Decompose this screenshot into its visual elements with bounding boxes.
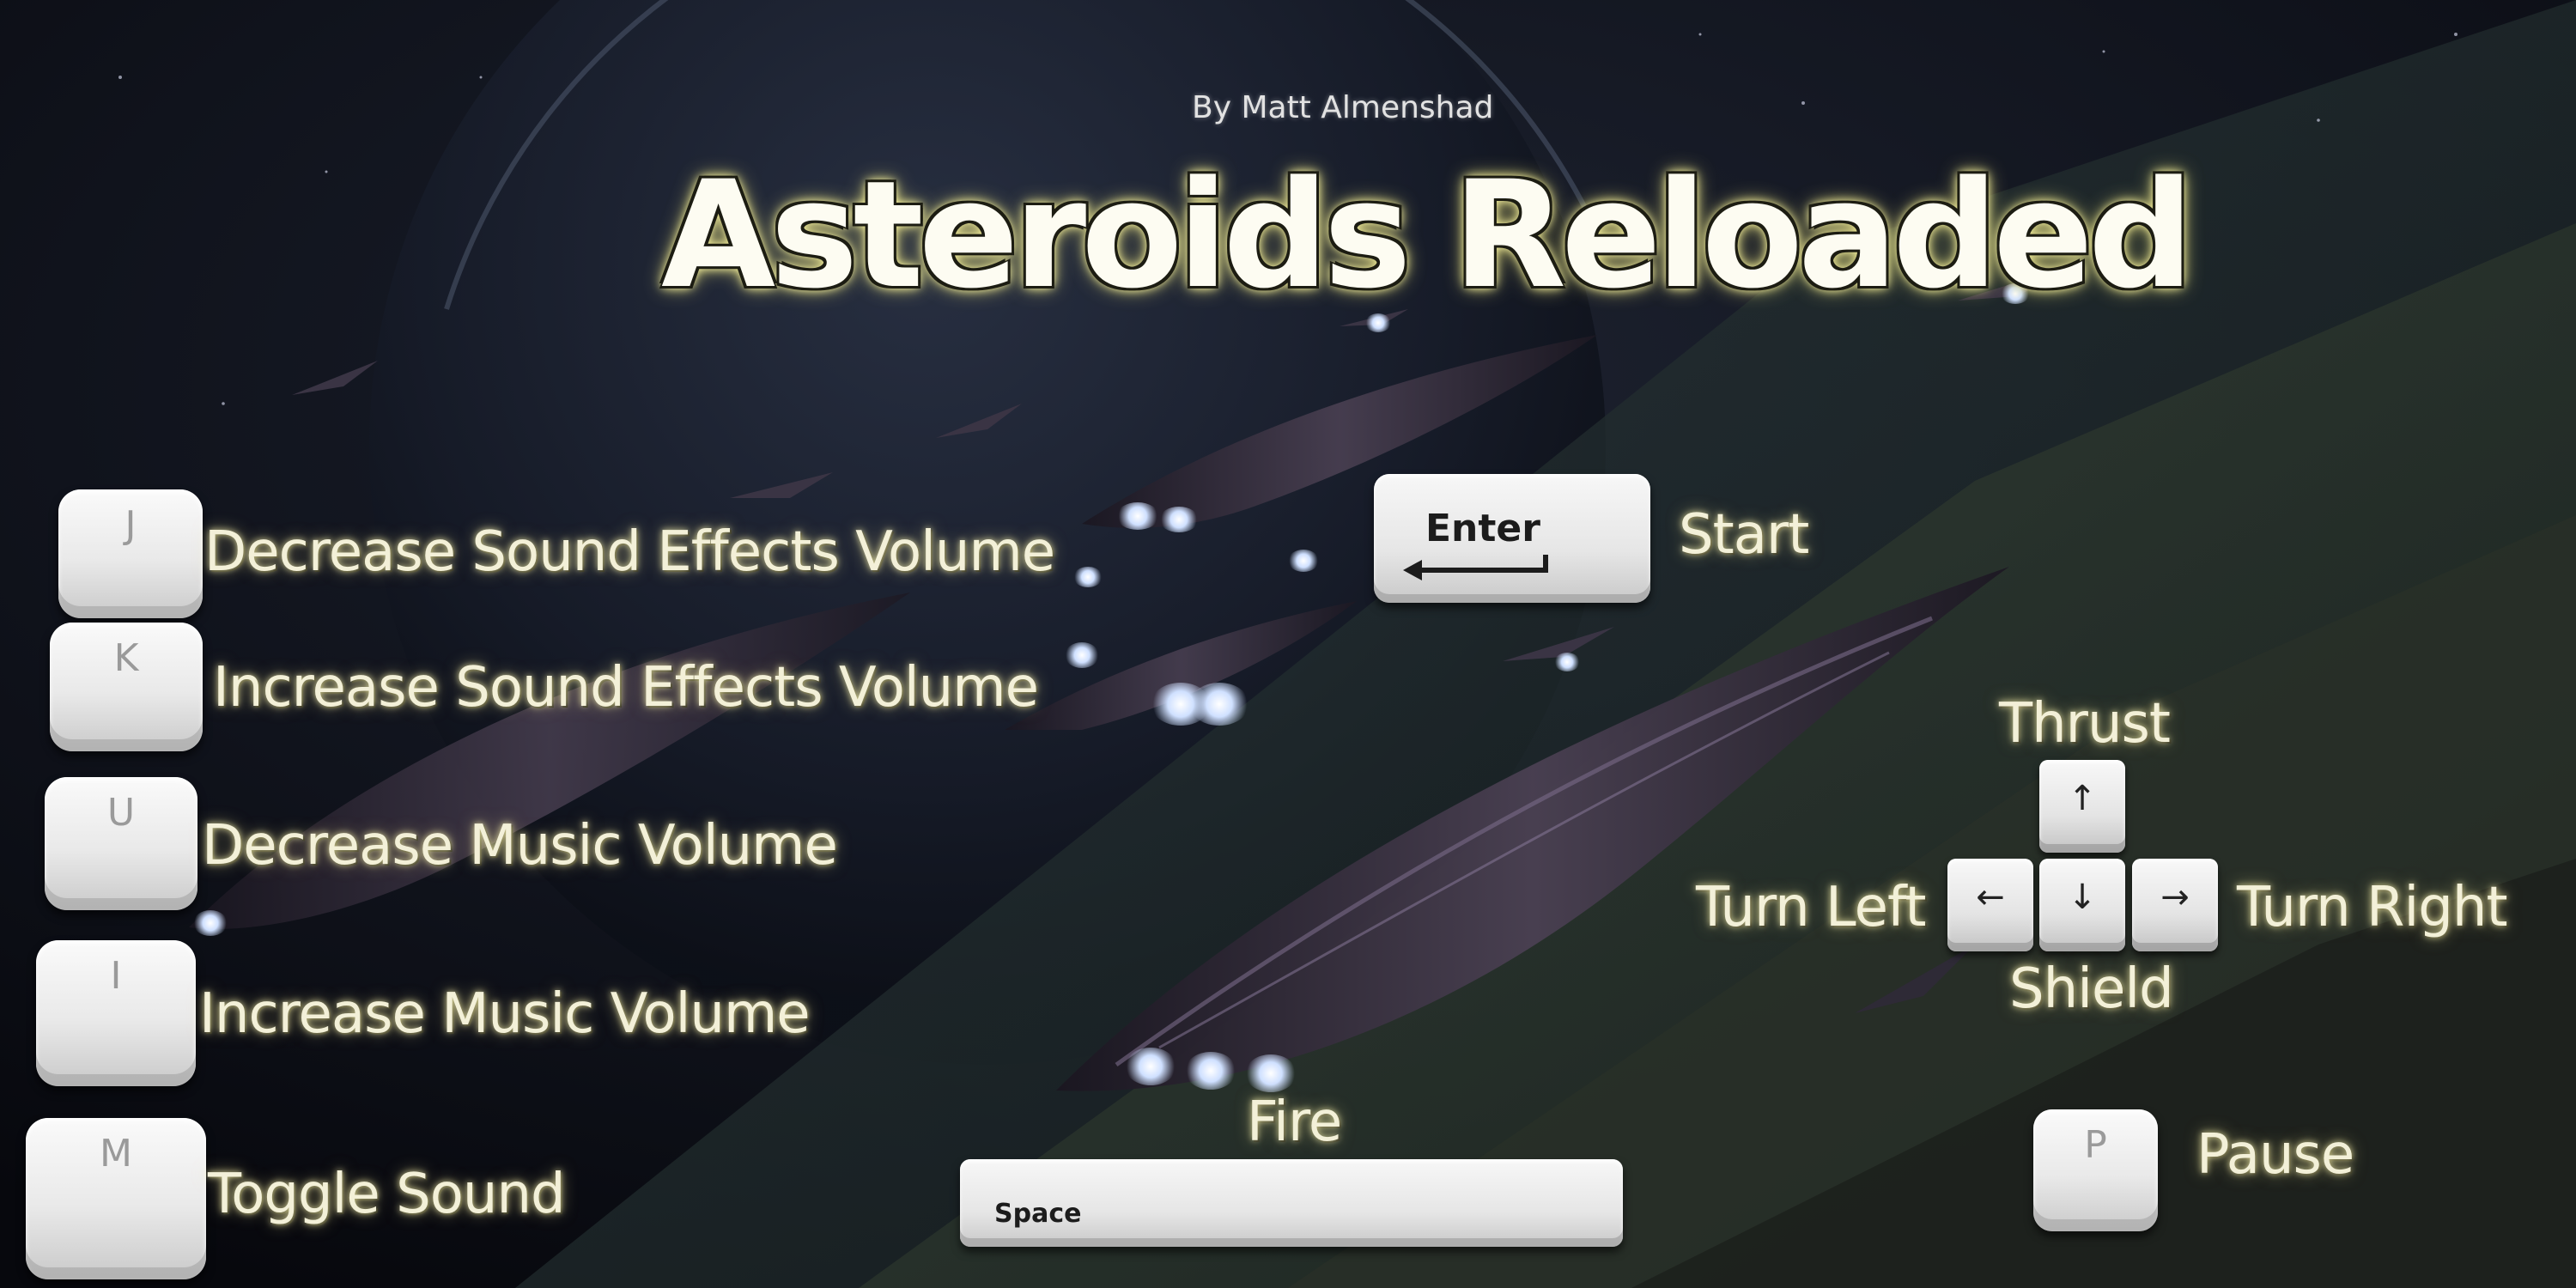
engine-glow [1189, 683, 1249, 726]
engine-glow [1288, 550, 1319, 572]
key-u-letter: U [106, 791, 136, 835]
key-k[interactable]: K [50, 623, 203, 751]
key-i[interactable]: I [36, 940, 196, 1086]
key-enter-label: Enter [1425, 507, 1540, 550]
toggle-sound-label: Toggle Sound [208, 1163, 566, 1226]
game-title: Asteroids Reloaded [661, 149, 2194, 321]
key-right-arrow[interactable]: → [2132, 859, 2218, 951]
down-arrow-icon: ↓ [2068, 878, 2097, 917]
increase-sound-effects-label: Increase Sound Effects Volume [213, 656, 1039, 720]
key-left-arrow[interactable]: ← [1947, 859, 2033, 951]
engine-glow [1554, 653, 1580, 671]
shield-label: Shield [2009, 957, 2174, 1021]
return-arrow-icon [1403, 555, 1548, 580]
key-space[interactable]: Space [960, 1159, 1623, 1247]
key-k-letter: K [113, 636, 139, 680]
game-screen: By Matt Almenshad Asteroids Reloaded J D… [0, 0, 2576, 1288]
key-enter[interactable]: Enter [1374, 474, 1650, 603]
key-down-arrow[interactable]: ↓ [2039, 859, 2125, 951]
key-space-label: Space [994, 1199, 1082, 1229]
engine-glow [193, 910, 228, 936]
up-arrow-icon: ↑ [2068, 779, 2097, 818]
decrease-sound-effects-label: Decrease Sound Effects Volume [204, 520, 1055, 584]
engine-glow [1125, 1048, 1176, 1085]
right-arrow-icon: → [2160, 878, 2190, 917]
key-m-letter: M [100, 1132, 132, 1176]
engine-glow [1245, 1054, 1297, 1092]
fire-label: Fire [1247, 1091, 1342, 1154]
key-m[interactable]: M [26, 1118, 206, 1279]
turn-left-label: Turn Left [1696, 876, 1926, 939]
key-up-arrow[interactable]: ↑ [2039, 760, 2125, 853]
engine-glow [1065, 642, 1099, 668]
increase-music-label: Increase Music Volume [199, 982, 811, 1046]
engine-glow [1116, 502, 1159, 530]
key-p[interactable]: P [2033, 1109, 2158, 1231]
start-label: Start [1679, 503, 1809, 567]
author-byline: By Matt Almenshad [1192, 90, 1494, 125]
thrust-label: Thrust [1999, 692, 2171, 756]
engine-glow [1185, 1052, 1236, 1090]
key-j[interactable]: J [58, 489, 203, 618]
decrease-music-label: Decrease Music Volume [202, 814, 838, 878]
engine-glow [1073, 567, 1103, 587]
engine-glow [1159, 507, 1199, 532]
pause-label: Pause [2196, 1123, 2354, 1187]
key-i-letter: I [110, 954, 122, 998]
key-p-letter: P [2084, 1123, 2107, 1167]
left-arrow-icon: ← [1976, 878, 2005, 917]
key-j-letter: J [125, 503, 137, 547]
turn-right-label: Turn Right [2237, 876, 2508, 939]
key-u[interactable]: U [45, 777, 197, 910]
